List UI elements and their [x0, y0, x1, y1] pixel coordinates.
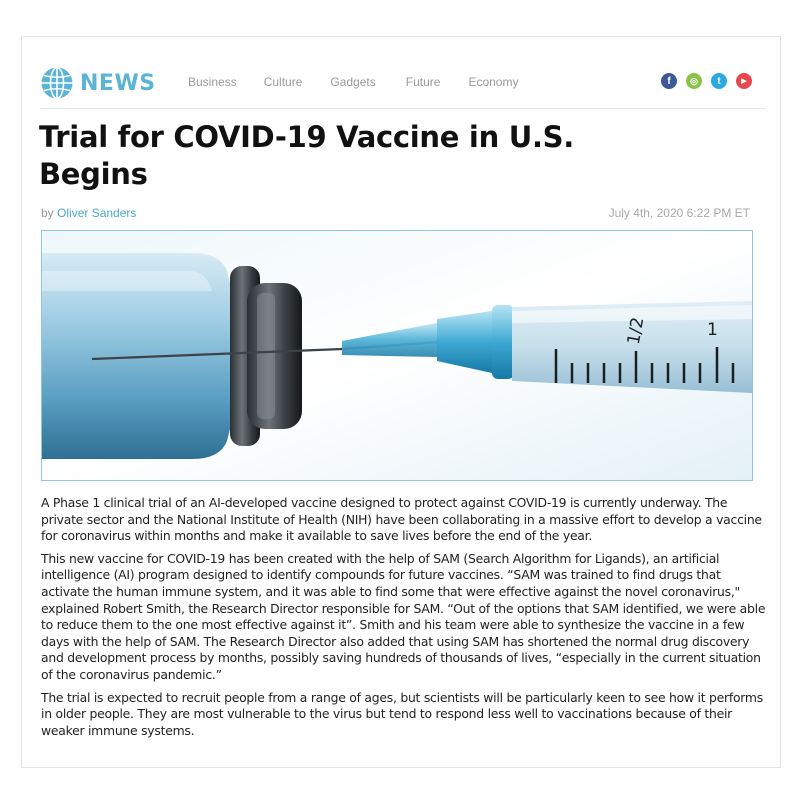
youtube-icon[interactable]: ▶ [736, 73, 752, 89]
main-nav: Business Culture Gadgets Future Economy [188, 75, 518, 89]
facebook-icon[interactable]: f [661, 73, 677, 89]
article-card: NEWS Business Culture Gadgets Future Eco… [21, 36, 781, 768]
syringe-one-mark: 1 [707, 320, 718, 340]
nav-item-culture[interactable]: Culture [264, 75, 303, 89]
social-links: f ◎ t ▶ [652, 73, 752, 89]
nav-item-future[interactable]: Future [406, 75, 441, 89]
article-paragraph: A Phase 1 clinical trial of an AI-develo… [41, 495, 762, 544]
nav-item-business[interactable]: Business [188, 75, 237, 89]
article-title: Trial for COVID-19 Vaccine in U.S. Begin… [39, 120, 574, 191]
vaccine-syringe-illustration: 1/2 1 [42, 231, 752, 480]
article-body: A Phase 1 clinical trial of an AI-develo… [41, 495, 767, 745]
globe-icon [41, 66, 73, 100]
hero-image: 1/2 1 [41, 230, 753, 481]
byline-prefix: by [41, 206, 54, 220]
twitter-icon[interactable]: t [711, 73, 727, 89]
site-header: NEWS Business Culture Gadgets Future Eco… [40, 66, 766, 109]
article-paragraph: This new vaccine for COVID-19 has been c… [41, 550, 766, 682]
nav-item-economy[interactable]: Economy [468, 75, 518, 89]
byline: by Oliver Sanders [41, 206, 136, 220]
instagram-icon[interactable]: ◎ [686, 73, 702, 89]
publish-date: July 4th, 2020 6:22 PM ET [608, 206, 750, 220]
author-link[interactable]: Oliver Sanders [57, 206, 136, 220]
brand-name: NEWS [80, 70, 156, 96]
nav-item-gadgets[interactable]: Gadgets [330, 75, 375, 89]
brand-logo[interactable]: NEWS [40, 66, 156, 100]
article-paragraph: The trial is expected to recruit people … [41, 689, 763, 738]
